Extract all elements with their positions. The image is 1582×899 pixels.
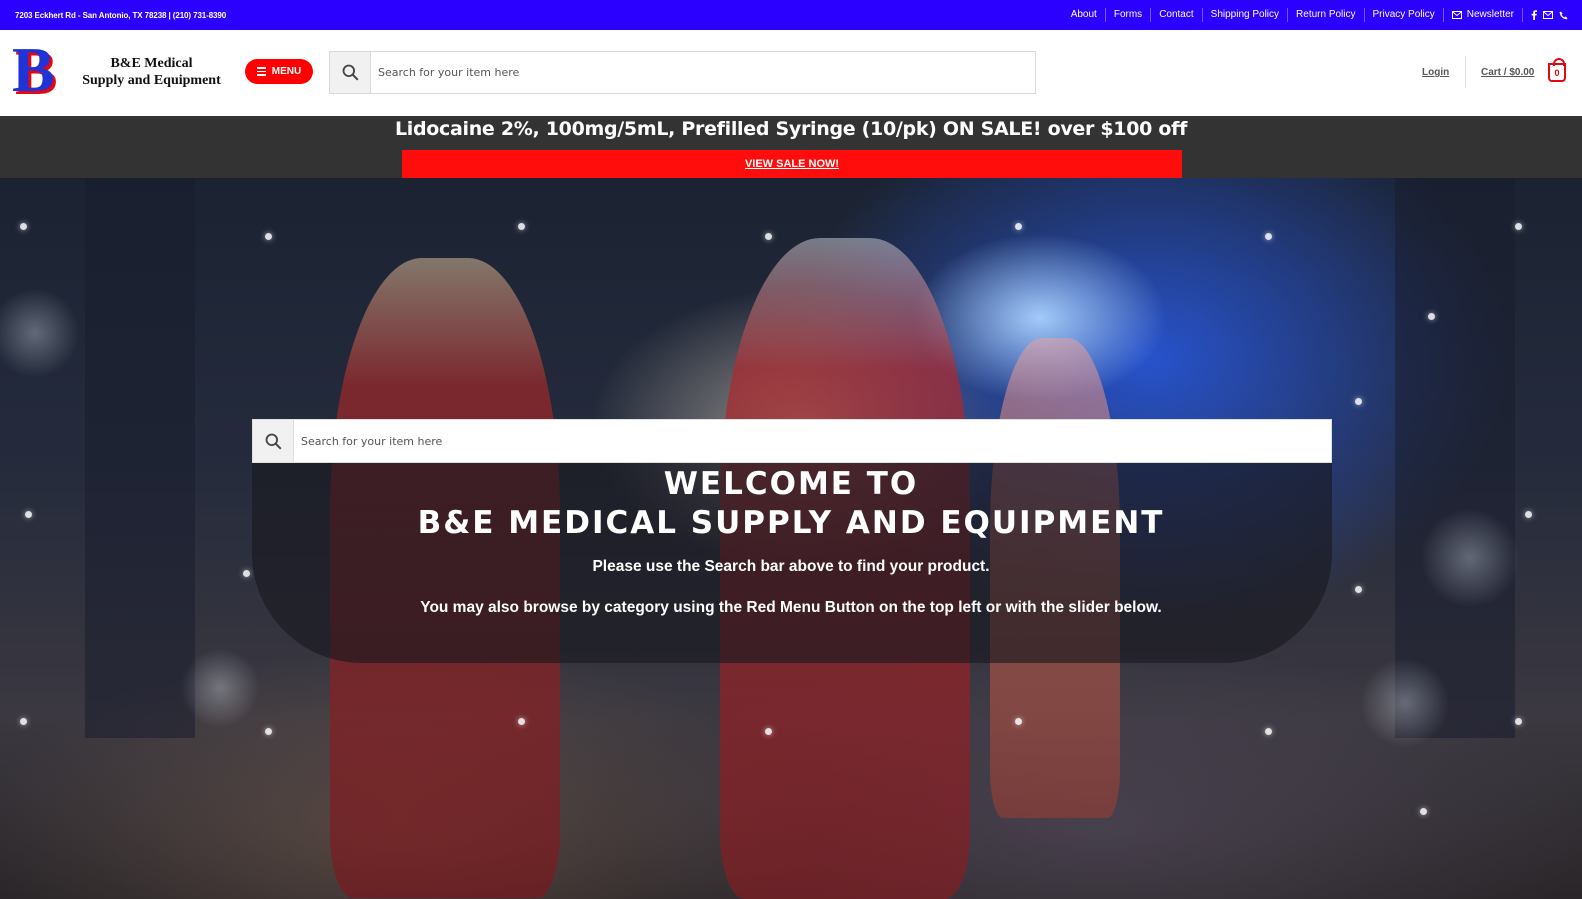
snow-particle xyxy=(20,718,27,725)
view-sale-button[interactable]: VIEW SALE NOW! xyxy=(402,150,1182,178)
snow-particle xyxy=(265,233,272,240)
welcome-subtext-1: Please use the Search bar above to find … xyxy=(592,558,990,575)
snow-particle xyxy=(1515,718,1522,725)
snow-particle xyxy=(1420,808,1427,815)
site-logo[interactable]: B B B&E Medical Supply and Equipment xyxy=(12,38,221,105)
snow-particle xyxy=(518,223,525,230)
envelope-icon[interactable] xyxy=(1543,11,1553,19)
bokeh-light xyxy=(1360,658,1450,748)
promo-title: Lidocaine 2%, 100mg/5mL, Prefilled Syrin… xyxy=(394,118,1188,140)
header-search-input[interactable] xyxy=(371,52,1035,93)
logo-letter: B xyxy=(12,34,55,105)
social-icons xyxy=(1522,8,1568,22)
newsletter-label: Newsletter xyxy=(1466,9,1514,20)
hero-search-input[interactable] xyxy=(294,420,1331,462)
search-icon[interactable] xyxy=(330,52,371,93)
cart-link[interactable]: Cart / $0.00 xyxy=(1481,67,1534,78)
snow-particle xyxy=(765,233,772,240)
logo-line-1: B&E Medical xyxy=(110,56,193,71)
bokeh-light xyxy=(0,288,80,378)
top-link-shipping-policy[interactable]: Shipping Policy xyxy=(1201,8,1287,22)
snow-particle xyxy=(1355,398,1362,405)
welcome-subtext-2: You may also browse by category using th… xyxy=(420,599,1162,616)
snow-particle xyxy=(1265,728,1272,735)
facebook-icon[interactable] xyxy=(1531,10,1537,20)
background-pillar xyxy=(85,178,195,738)
hero-section: WELCOME TO B&E MEDICAL SUPPLY AND EQUIPM… xyxy=(0,178,1582,899)
hero-search-bar xyxy=(252,419,1332,463)
snow-particle xyxy=(1355,586,1362,593)
snow-particle xyxy=(1515,223,1522,230)
logo-text: B&E Medical Supply and Equipment xyxy=(79,55,224,89)
bokeh-light xyxy=(180,648,260,728)
welcome-heading: WELCOME TO B&E MEDICAL SUPPLY AND EQUIPM… xyxy=(0,465,1582,543)
menu-button[interactable]: MENU xyxy=(245,59,313,84)
snow-particle xyxy=(1428,313,1435,320)
menu-label: MENU xyxy=(271,66,302,77)
phone-icon[interactable] xyxy=(1559,11,1568,20)
top-links: About Forms Contact Shipping Policy Retu… xyxy=(1063,0,1568,30)
cart-count: 0 xyxy=(1554,67,1560,78)
header-divider xyxy=(1465,56,1466,88)
envelope-icon xyxy=(1451,11,1462,19)
login-link[interactable]: Login xyxy=(1422,67,1449,78)
hamburger-icon xyxy=(256,67,266,76)
top-link-about[interactable]: About xyxy=(1063,8,1105,22)
snow-particle xyxy=(518,718,525,725)
snow-particle xyxy=(1265,233,1272,240)
top-link-return-policy[interactable]: Return Policy xyxy=(1287,8,1363,22)
promo-banner: Lidocaine 2%, 100mg/5mL, Prefilled Syrin… xyxy=(0,116,1582,178)
top-link-contact[interactable]: Contact xyxy=(1150,8,1201,22)
snow-particle xyxy=(20,223,27,230)
header-search-bar xyxy=(329,51,1036,94)
search-icon[interactable] xyxy=(253,420,294,462)
top-bar: 7203 Eckhert Rd - San Antonio, TX 78238 … xyxy=(0,0,1582,30)
logo-line-2: Supply and Equipment xyxy=(82,73,221,88)
snow-particle xyxy=(1015,223,1022,230)
shopping-bag-icon[interactable]: 0 xyxy=(1548,58,1566,82)
background-pillar xyxy=(1395,178,1515,738)
snow-particle xyxy=(265,728,272,735)
site-header: B B B&E Medical Supply and Equipment MEN… xyxy=(0,30,1582,116)
store-address: 7203 Eckhert Rd - San Antonio, TX 78238 … xyxy=(15,10,227,20)
snow-particle xyxy=(1015,718,1022,725)
welcome-line-2: B&E MEDICAL SUPPLY AND EQUIPMENT xyxy=(417,505,1165,541)
welcome-line-1: WELCOME TO xyxy=(663,466,919,502)
top-link-privacy-policy[interactable]: Privacy Policy xyxy=(1363,8,1443,22)
top-link-forms[interactable]: Forms xyxy=(1104,8,1150,22)
snow-particle xyxy=(765,728,772,735)
top-link-newsletter[interactable]: Newsletter xyxy=(1442,8,1522,22)
